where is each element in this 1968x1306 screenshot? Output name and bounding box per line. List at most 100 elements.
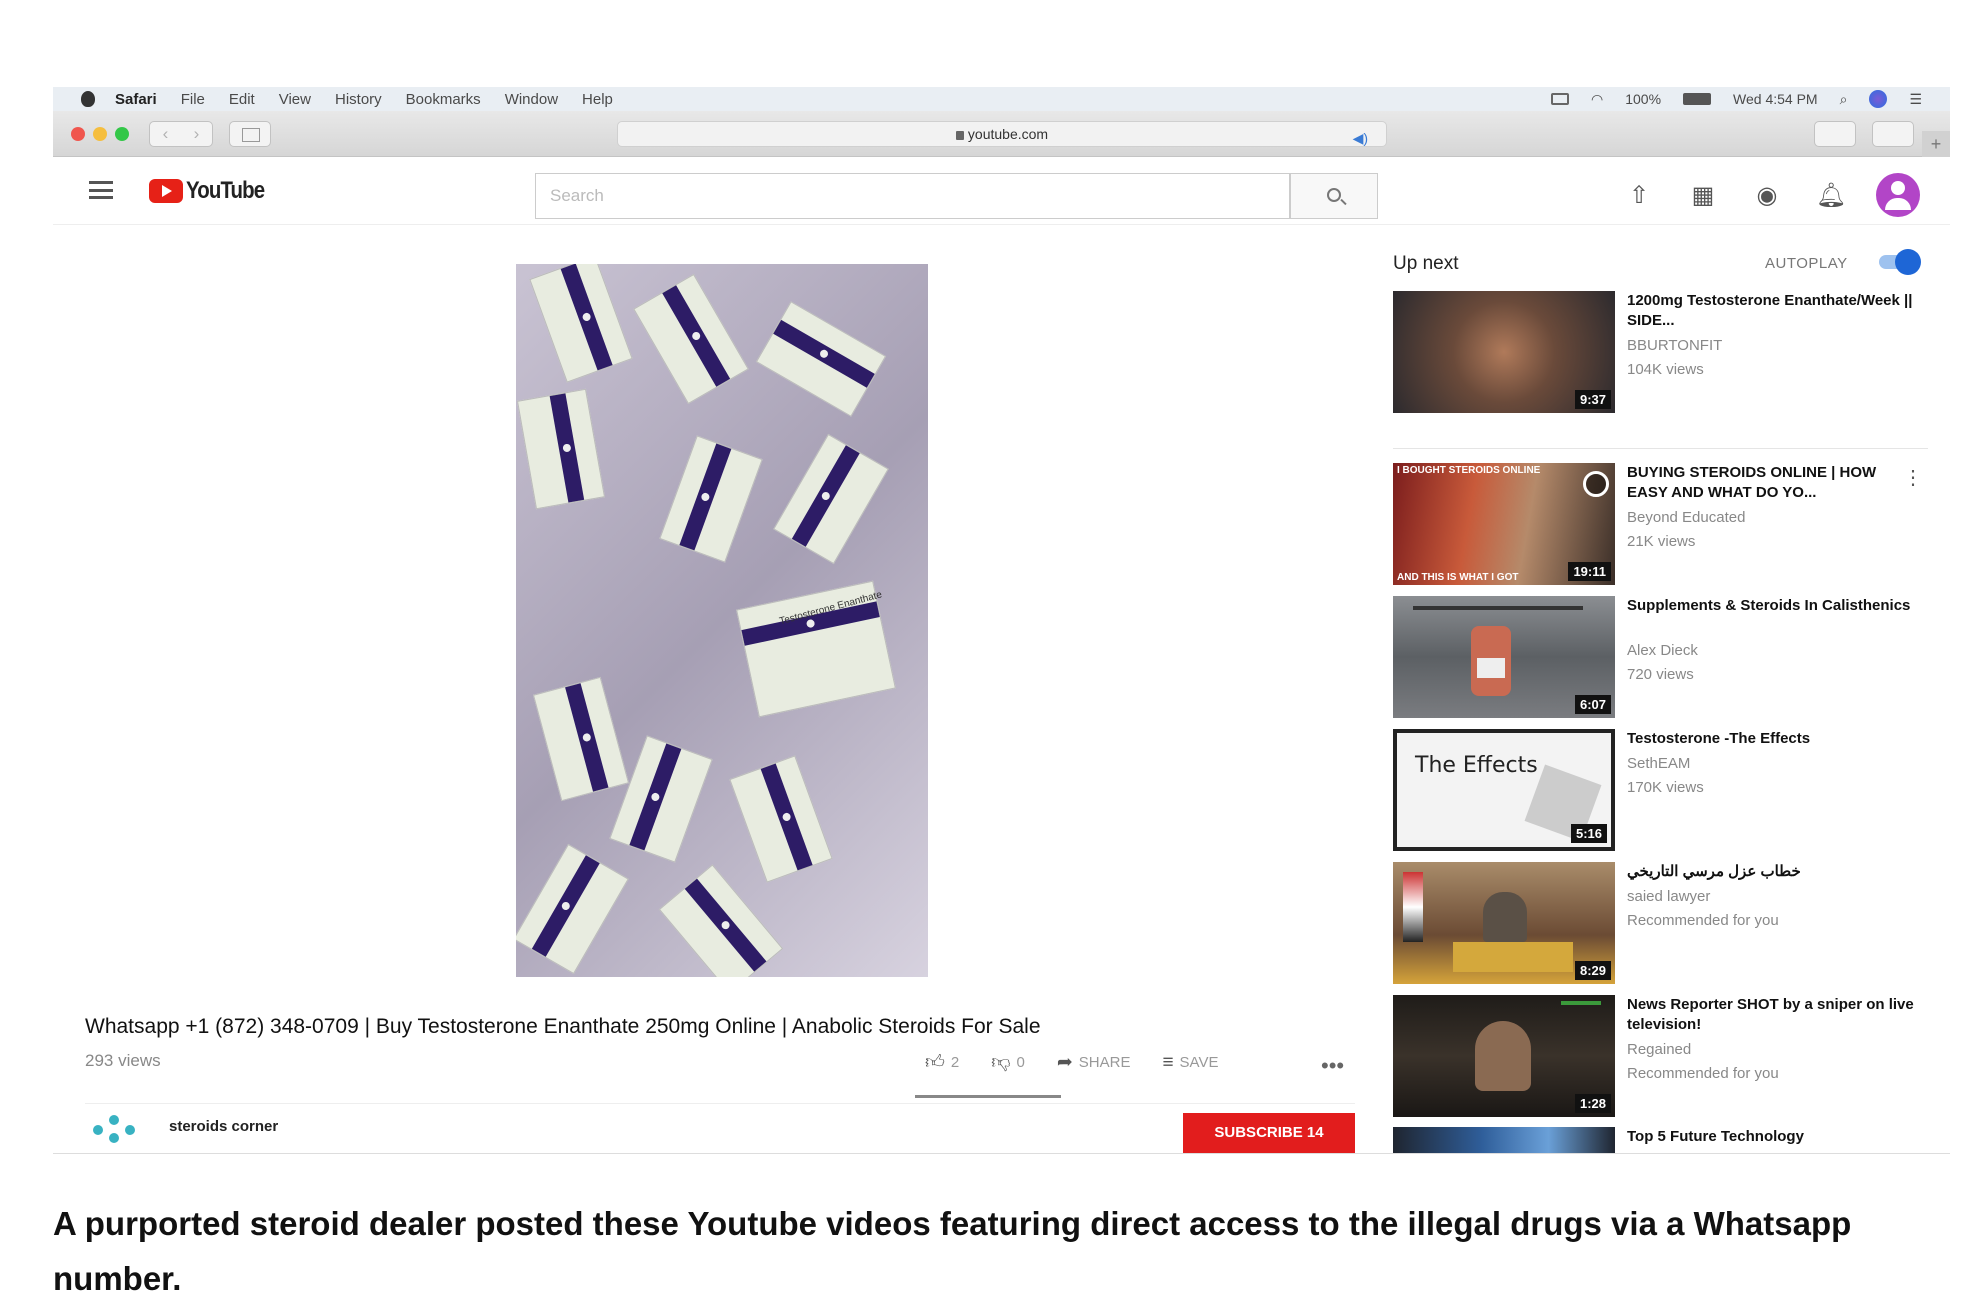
up-next-item[interactable]: 1:28 News Reporter SHOT by a sniper on l… (1393, 995, 1933, 1117)
menu-window[interactable]: Window (505, 91, 558, 108)
thumbnail-text: The Effects (1415, 753, 1538, 778)
up-next-item[interactable]: 6:07 Supplements & Steroids In Calisthen… (1393, 596, 1933, 718)
menu-clock[interactable]: Wed 4:54 PM (1733, 91, 1818, 107)
channel-name[interactable]: steroids corner (169, 1118, 278, 1135)
up-next-channel: SethEAM (1627, 755, 1691, 772)
tab-overview-button[interactable] (1872, 121, 1914, 147)
share-button[interactable] (1814, 121, 1856, 147)
minimize-window-button[interactable] (93, 127, 107, 141)
like-count: 2 (950, 1054, 960, 1071)
video-thumbnail[interactable]: I BOUGHT STEROIDS ONLINE AND THIS IS WHA… (1393, 463, 1615, 585)
video-player[interactable]: Testosterone Enanthate (516, 264, 928, 977)
playlist-add-icon: ≡ (1162, 1051, 1174, 1073)
like-button[interactable]: 👍︎ 2 (925, 1051, 959, 1074)
up-next-title[interactable]: BUYING STEROIDS ONLINE | HOW EASY AND WH… (1627, 463, 1917, 503)
menu-help[interactable]: Help (582, 91, 613, 108)
watch-later-icon[interactable] (1583, 471, 1609, 497)
messages-icon[interactable]: ◉ (1748, 176, 1786, 214)
up-next-channel: Alex Dieck (1627, 642, 1698, 659)
forward-button[interactable]: › (181, 122, 212, 146)
thumbnail-caption-bottom: AND THIS IS WHAT I GOT (1397, 572, 1519, 583)
up-next-views: Recommended for you (1627, 1065, 1779, 1082)
autoplay-toggle[interactable] (1879, 249, 1921, 275)
video-thumbnail[interactable]: 6:07 (1393, 596, 1615, 718)
more-actions-icon[interactable]: ••• (1321, 1053, 1344, 1079)
zoom-window-button[interactable] (115, 127, 129, 141)
share-video-button[interactable]: ➦ SHARE (1057, 1051, 1131, 1074)
mac-menu-bar: Safari File Edit View History Bookmarks … (53, 87, 1950, 111)
share-arrow-icon: ➦ (1056, 1052, 1073, 1073)
video-frame-box (633, 273, 749, 405)
up-next-title[interactable]: Testosterone -The Effects (1627, 729, 1917, 749)
duration-badge: 19:11 (1568, 562, 1611, 581)
youtube-header: YouTube Search ⇧ ▦ ◉ 🔔︎ (53, 157, 1950, 225)
close-window-button[interactable] (71, 127, 85, 141)
search-icon (1327, 188, 1341, 202)
video-thumbnail[interactable] (1393, 1127, 1615, 1153)
image-caption: A purported steroid dealer posted these … (53, 1205, 1852, 1297)
up-next-title[interactable]: 1200mg Testosterone Enanthate/Week || SI… (1627, 291, 1917, 331)
up-next-views: Recommended for you (1627, 912, 1779, 929)
wifi-icon[interactable]: ◠ (1591, 91, 1603, 108)
battery-icon[interactable] (1683, 93, 1712, 105)
notifications-bell-icon[interactable]: 🔔︎ (1812, 176, 1850, 214)
duration-badge: 5:16 (1570, 824, 1607, 843)
up-next-item[interactable]: Top 5 Future Technology (1393, 1127, 1933, 1153)
address-bar[interactable]: youtube.com ◀) (617, 121, 1387, 147)
up-next-title[interactable]: خطاب عزل مرسي التاريخي (1627, 862, 1917, 882)
video-title: Whatsapp +1 (872) 348-0709 | Buy Testost… (85, 1015, 1041, 1038)
back-button[interactable]: ‹ (150, 122, 181, 146)
new-tab-button[interactable]: + (1922, 131, 1950, 157)
menu-app-name[interactable]: Safari (115, 91, 157, 108)
channel-avatar[interactable] (89, 1115, 145, 1145)
dislike-count: 0 (1016, 1054, 1025, 1071)
divider (1393, 448, 1928, 449)
video-thumbnail[interactable]: The Effects 5:16 (1393, 729, 1615, 851)
up-next-item[interactable]: The Effects 5:16 Testosterone -The Effec… (1393, 729, 1933, 851)
menu-history[interactable]: History (335, 91, 382, 108)
menu-view[interactable]: View (279, 91, 311, 108)
airplay-icon[interactable] (1551, 93, 1569, 105)
dislike-button[interactable]: 👎︎ 0 (991, 1051, 1025, 1074)
up-next-item[interactable]: 8:29 خطاب عزل مرسي التاريخي saied lawyer… (1393, 862, 1933, 984)
siri-icon[interactable] (1869, 90, 1888, 108)
up-next-views: 170K views (1627, 779, 1704, 796)
upload-icon[interactable]: ⇧ (1620, 176, 1658, 214)
apple-icon[interactable] (81, 91, 95, 107)
notification-center-icon[interactable]: ☰ (1909, 91, 1922, 108)
video-frame-box (729, 755, 833, 883)
menu-bookmarks[interactable]: Bookmarks (406, 91, 481, 108)
search-button[interactable] (1290, 173, 1378, 219)
up-next-title[interactable]: Top 5 Future Technology (1627, 1127, 1917, 1147)
menu-file[interactable]: File (181, 91, 205, 108)
up-next-item[interactable]: 9:37 1200mg Testosterone Enanthate/Week … (1393, 291, 1933, 413)
video-frame-box (516, 843, 629, 975)
up-next-channel: BBURTONFIT (1627, 337, 1723, 354)
audio-playing-icon[interactable]: ◀) (1353, 126, 1368, 150)
up-next-channel: Regained (1627, 1041, 1692, 1058)
menu-edit[interactable]: Edit (229, 91, 255, 108)
thumbs-up-icon: 👍︎ (925, 1052, 945, 1073)
sidebar-toggle-button[interactable] (229, 121, 271, 147)
video-thumbnail[interactable]: 8:29 (1393, 862, 1615, 984)
apps-grid-icon[interactable]: ▦ (1684, 176, 1722, 214)
up-next-sidebar: Up next AUTOPLAY 9:37 1200mg Testosteron… (1393, 225, 1950, 1153)
more-options-icon[interactable]: ⋮ (1903, 465, 1923, 490)
thumbnail-caption-top: I BOUGHT STEROIDS ONLINE (1397, 465, 1541, 476)
search-input[interactable]: Search (535, 173, 1290, 219)
save-video-button[interactable]: ≡ SAVE (1162, 1052, 1218, 1074)
video-thumbnail[interactable]: 1:28 (1393, 995, 1615, 1117)
youtube-logo[interactable]: YouTube (149, 177, 278, 205)
video-frame-box (532, 676, 630, 802)
video-thumbnail[interactable]: 9:37 (1393, 291, 1615, 413)
subscribe-button[interactable]: SUBSCRIBE 14 (1183, 1113, 1355, 1153)
up-next-title[interactable]: News Reporter SHOT by a sniper on live t… (1627, 995, 1917, 1035)
video-frame-box (529, 264, 633, 383)
account-avatar[interactable] (1876, 173, 1920, 217)
up-next-item[interactable]: I BOUGHT STEROIDS ONLINE AND THIS IS WHA… (1393, 463, 1933, 585)
up-next-title[interactable]: Supplements & Steroids In Calisthenics (1627, 596, 1917, 616)
like-ratio-bar (915, 1095, 1061, 1098)
spotlight-icon[interactable]: ⌕ (1840, 91, 1848, 108)
hamburger-menu-icon[interactable] (89, 181, 113, 199)
lock-icon (955, 131, 964, 140)
